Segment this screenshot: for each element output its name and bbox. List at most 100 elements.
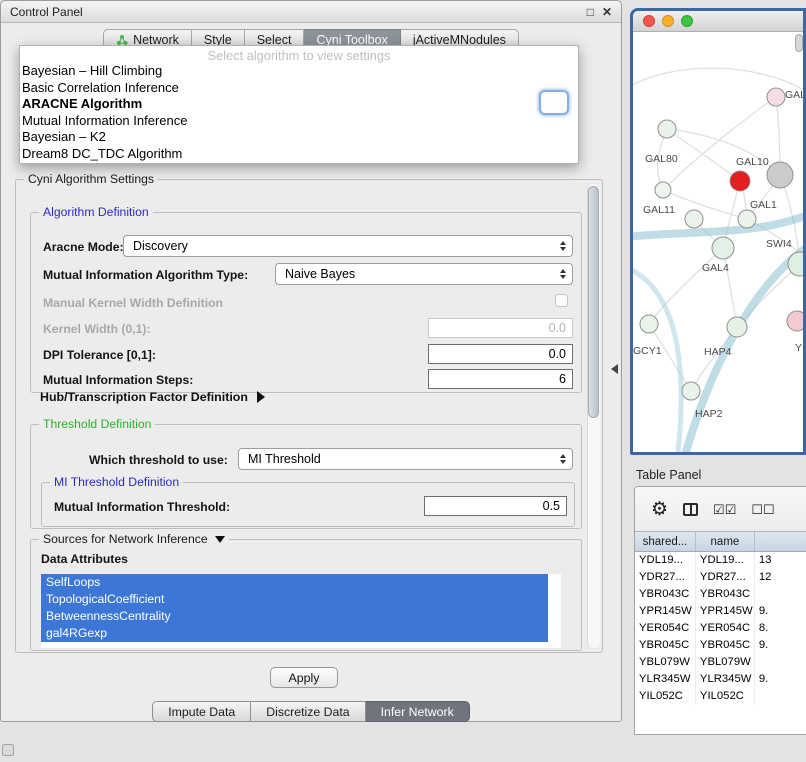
control-panel-titlebar[interactable]: Control Panel □ ✕ <box>1 1 621 23</box>
table-cell <box>755 654 806 671</box>
sources-legend[interactable]: Sources for Network Inference <box>39 532 229 546</box>
table-rows: YDL19...YDL19...13YDR27...YDR27...12YBR0… <box>635 552 806 734</box>
table-row[interactable]: YLR345WYLR345W9. <box>635 671 806 688</box>
cyni-settings-legend: Cyni Algorithm Settings <box>24 172 158 186</box>
table-row[interactable]: YDR27...YDR27...12 <box>635 569 806 586</box>
table-cell: YBR043C <box>635 586 696 603</box>
hub-tf-section-toggle[interactable]: Hub/Transcription Factor Definition <box>40 390 265 404</box>
minimize-traffic-light[interactable] <box>662 15 674 27</box>
combo-arrows-icon <box>560 241 566 251</box>
tab-discretize-data[interactable]: Discretize Data <box>251 701 365 722</box>
data-attributes-label: Data Attributes <box>41 552 128 566</box>
table-cell: YBR045C <box>696 637 755 654</box>
table-row[interactable]: YBR045CYBR045C9. <box>635 637 806 654</box>
deselect-all-icon[interactable]: ☐☐ <box>751 503 774 516</box>
mi-type-value: Naive Bayes <box>285 267 355 281</box>
algorithm-option[interactable]: Bayesian – Hill Climbing <box>20 63 578 80</box>
algorithm-option[interactable]: Mutual Information Inference <box>20 113 578 130</box>
table-cell: 9. <box>755 671 806 688</box>
close-traffic-light[interactable] <box>643 15 655 27</box>
attribute-item[interactable]: SelfLoops <box>41 574 548 591</box>
table-row[interactable]: YDL19...YDL19...13 <box>635 552 806 569</box>
table-cell: YDR27... <box>635 569 696 586</box>
table-row[interactable]: YBR043CYBR043C <box>635 586 806 603</box>
combo-arrows-icon <box>560 269 566 279</box>
kernel-width-field[interactable]: 0.0 <box>428 318 573 338</box>
network-canvas[interactable]: GALGAL80GAL10GAL11GAL1SWI4GAL4GCY1HAP4YH… <box>633 32 803 452</box>
algorithm-option[interactable]: Bayesian – K2 <box>20 129 578 146</box>
close-window-icon[interactable]: ✕ <box>602 5 612 19</box>
network-node[interactable] <box>655 182 671 198</box>
attribute-item[interactable]: TopologicalCoefficient <box>41 591 548 608</box>
sources-group: Sources for Network Inference Data Attri… <box>30 539 582 651</box>
mi-threshold-group: MI Threshold Definition Mutual Informati… <box>41 482 575 527</box>
mi-steps-field[interactable]: 6 <box>428 369 573 389</box>
network-node[interactable] <box>767 88 785 106</box>
manual-kernel-checkbox[interactable] <box>555 294 568 307</box>
network-node[interactable] <box>658 120 676 138</box>
column-header[interactable]: name <box>696 532 755 551</box>
float-window-icon[interactable]: □ <box>587 5 594 19</box>
network-node[interactable] <box>727 317 747 337</box>
algorithm-option[interactable]: Dream8 DC_TDC Algorithm <box>20 146 578 163</box>
network-view-window: GALGAL80GAL10GAL11GAL1SWI4GAL4GCY1HAP4YH… <box>630 8 806 455</box>
zoom-traffic-light[interactable] <box>681 15 693 27</box>
table-cell: YER054C <box>696 620 755 637</box>
mi-threshold-field[interactable]: 0.5 <box>424 496 567 516</box>
table-toolbar: ⚙ ☑☑ ☐☐ <box>635 487 806 531</box>
window-title: Control Panel <box>10 5 83 19</box>
columns-icon[interactable] <box>683 503 698 516</box>
which-threshold-value: MI Threshold <box>248 452 321 466</box>
gear-icon[interactable]: ⚙ <box>651 500 668 519</box>
network-node[interactable] <box>682 382 700 400</box>
attribute-item[interactable]: gal4RGexp <box>41 625 548 642</box>
select-all-icon[interactable]: ☑☑ <box>713 503 736 516</box>
table-row[interactable]: YPR145WYPR145W9. <box>635 603 806 620</box>
manual-kernel-label: Manual Kernel Width Definition <box>43 296 223 310</box>
which-threshold-select[interactable]: MI Threshold <box>238 448 573 470</box>
panel-grip[interactable] <box>2 744 14 756</box>
column-header[interactable]: shared... <box>635 532 696 551</box>
table-panel-title: Table Panel <box>630 462 806 482</box>
collapse-arrow-icon <box>215 536 225 543</box>
table-cell: 8. <box>755 620 806 637</box>
network-node[interactable] <box>787 311 803 331</box>
algorithm-option[interactable]: ARACNE Algorithm <box>20 96 578 113</box>
settings-scrollbar-thumb[interactable] <box>588 186 599 418</box>
table-row[interactable]: YBL079WYBL079W <box>635 654 806 671</box>
network-window-titlebar[interactable] <box>633 11 803 32</box>
apply-button[interactable]: Apply <box>270 667 338 688</box>
network-node[interactable] <box>712 237 734 259</box>
node-label: GCY1 <box>633 345 662 357</box>
network-scrollbar-thumb[interactable] <box>795 34 803 52</box>
focused-button[interactable] <box>539 90 569 115</box>
network-node[interactable] <box>767 162 793 188</box>
panel-divider-arrow[interactable] <box>611 364 618 374</box>
which-threshold-label: Which threshold to use: <box>89 453 228 467</box>
network-node[interactable] <box>685 210 703 228</box>
mi-threshold-legend: MI Threshold Definition <box>50 475 183 489</box>
table-cell: YIL052C <box>635 688 696 705</box>
network-node[interactable] <box>640 315 658 333</box>
tab-infer-network[interactable]: Infer Network <box>366 701 470 722</box>
column-header[interactable] <box>755 532 806 551</box>
mi-type-select[interactable]: Naive Bayes <box>275 263 573 285</box>
node-label: GAL10 <box>736 156 769 168</box>
dpi-tolerance-label: DPI Tolerance [0,1]: <box>43 348 156 362</box>
attribute-item[interactable]: BetweennessCentrality <box>41 608 548 625</box>
bottom-tab-bar: Impute Data Discretize Data Infer Networ… <box>1 701 621 722</box>
table-row[interactable]: YER054CYER054C8. <box>635 620 806 637</box>
network-node[interactable] <box>738 210 756 228</box>
settings-scrollbar[interactable] <box>587 184 600 648</box>
aracne-mode-label: Aracne Mode: <box>43 240 124 254</box>
network-node[interactable] <box>730 171 750 191</box>
table-cell: YPR145W <box>696 603 755 620</box>
aracne-mode-select[interactable]: Discovery <box>123 235 573 257</box>
tab-impute-data[interactable]: Impute Data <box>152 701 251 722</box>
dpi-tolerance-field[interactable]: 0.0 <box>428 344 573 364</box>
algorithm-option[interactable]: Basic Correlation Inference <box>20 80 578 97</box>
node-label: GAL80 <box>645 153 678 165</box>
table-row[interactable]: YIL052CYIL052C <box>635 688 806 705</box>
node-label: GAL <box>785 89 803 101</box>
data-attributes-list[interactable]: SelfLoopsTopologicalCoefficientBetweenne… <box>41 574 561 648</box>
